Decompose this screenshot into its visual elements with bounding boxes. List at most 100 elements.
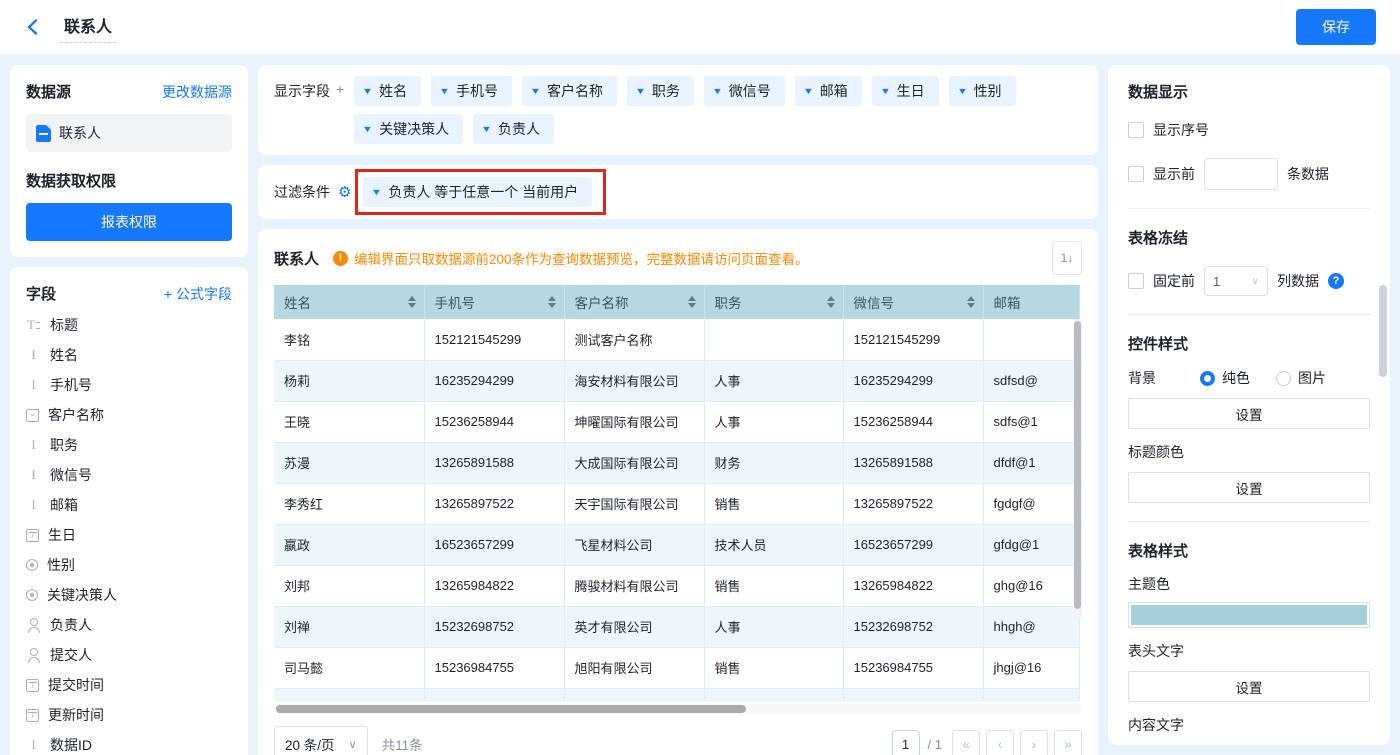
show-first-count-input[interactable] (1204, 158, 1278, 190)
field-item[interactable]: 更新时间 (26, 700, 232, 730)
sort-arrows-icon[interactable] (408, 296, 416, 308)
display-field-chip[interactable]: ▼微信号 (704, 76, 785, 106)
next-page-button[interactable]: › (1020, 730, 1048, 755)
table-cell: 13265891588 (424, 442, 564, 483)
column-header[interactable]: 邮箱 (983, 285, 1079, 319)
first-page-button[interactable]: « (952, 730, 980, 755)
save-button[interactable]: 保存 (1296, 9, 1376, 45)
field-item[interactable]: 手机号 (26, 370, 232, 400)
title-color-set-button[interactable]: 设置 (1128, 472, 1370, 503)
column-header[interactable]: 姓名 (274, 285, 424, 319)
field-item[interactable]: 标题 (26, 310, 232, 340)
panel-scrollbar[interactable] (1379, 285, 1387, 377)
sort-arrows-icon[interactable] (548, 296, 556, 308)
field-item[interactable]: 姓名 (26, 340, 232, 370)
freeze-checkbox[interactable] (1128, 273, 1144, 289)
table-cell: 16523657299 (424, 524, 564, 565)
table-row[interactable]: 苏漫13265891588大成国际有限公司财务13265891588dfdf@1 (274, 442, 1079, 483)
horizontal-scrollbar[interactable] (274, 704, 1082, 714)
datasource-item[interactable]: 联系人 (26, 114, 232, 152)
report-permission-button[interactable]: 报表权限 (26, 203, 232, 241)
display-field-chip[interactable]: ▼手机号 (431, 76, 512, 106)
column-header-label: 手机号 (435, 296, 476, 311)
sort-arrows-icon[interactable] (688, 296, 696, 308)
table-row[interactable]: 杨莉16235294299海安材料有限公司人事16235294299sdfsd@ (274, 360, 1079, 401)
column-header[interactable]: 职务 (704, 285, 843, 319)
sort-arrows-icon[interactable] (967, 296, 975, 308)
column-header[interactable]: 客户名称 (564, 285, 704, 319)
horizontal-scrollbar-thumb[interactable] (276, 705, 746, 713)
filter-settings-icon[interactable]: ⚙ (338, 183, 351, 201)
table-cell: 15236258944 (424, 401, 564, 442)
field-item[interactable]: 客户名称 (26, 400, 232, 430)
table-row[interactable]: 嬴政16523657299飞星材料公司技术人员16523657299gfdg@1 (274, 524, 1079, 565)
change-datasource-link[interactable]: 更改数据源 (162, 82, 232, 102)
column-header[interactable]: 手机号 (424, 285, 564, 319)
formula-field-link[interactable]: + 公式字段 (164, 284, 232, 304)
display-field-chip[interactable]: ▼邮箱 (795, 76, 862, 106)
help-icon[interactable]: ? (1328, 273, 1344, 289)
sort-order-button[interactable]: 1↓ (1052, 241, 1082, 275)
page-size-select[interactable]: 20 条/页 ∨ (274, 726, 368, 755)
field-item[interactable]: 职务 (26, 430, 232, 460)
table-cell: 13265984822 (843, 565, 983, 606)
document-icon (36, 125, 51, 142)
table-cell: 李铭 (274, 319, 424, 360)
contacts-table-body: 李铭152121545299测试客户名称152121545299杨莉162352… (274, 319, 1079, 702)
prev-page-button[interactable]: ‹ (986, 730, 1014, 755)
current-page-box[interactable]: 1 (892, 730, 920, 755)
display-field-chip[interactable]: ▼性别 (949, 76, 1016, 106)
field-item[interactable]: 数据ID (26, 730, 232, 755)
display-field-chip[interactable]: ▼职务 (627, 76, 694, 106)
table-row[interactable]: 王晓15236258944坤曜国际有限公司人事15236258944sdfs@1 (274, 401, 1079, 442)
bg-image-radio[interactable]: 图片 (1276, 368, 1326, 388)
display-field-chip[interactable]: ▼关键决策人 (354, 114, 463, 144)
last-page-button[interactable]: » (1054, 730, 1082, 755)
field-item[interactable]: 关键决策人 (26, 580, 232, 610)
column-header[interactable]: 微信号 (843, 285, 983, 319)
header-text-label: 表头文字 (1128, 641, 1370, 661)
display-field-chip[interactable]: ▼生日 (872, 76, 939, 106)
bg-solid-radio[interactable]: 纯色 (1200, 368, 1250, 388)
sort-arrows-icon[interactable] (827, 296, 835, 308)
background-set-button[interactable]: 设置 (1128, 398, 1370, 429)
table-cell (274, 688, 424, 702)
page-title[interactable]: 联系人 (60, 11, 116, 43)
table-row[interactable]: 李铭152121545299测试客户名称152121545299 (274, 319, 1079, 360)
table-cell: 苏漫 (274, 442, 424, 483)
table-card: 联系人 ! 编辑界面只取数据源前200条作为查询数据预览，完整数据请访问页面查看… (258, 229, 1098, 755)
display-field-chip[interactable]: ▼姓名 (354, 76, 421, 106)
freeze-suffix: 列数据 (1277, 271, 1319, 291)
display-field-chip[interactable]: ▼负责人 (473, 114, 554, 144)
table-row[interactable]: 刘禅15232698752英才有限公司人事15232698752hhgh@ (274, 606, 1079, 647)
display-field-chip[interactable]: ▼客户名称 (522, 76, 617, 106)
table-cell: 腾骏材料有限公司 (564, 565, 704, 606)
table-row[interactable]: 刘邦13265984822腾骏材料有限公司销售13265984822ghg@16 (274, 565, 1079, 606)
top-bar: 联系人 保存 (0, 0, 1400, 55)
field-item[interactable]: 性别 (26, 550, 232, 580)
chip-label: 负责人 (498, 119, 540, 139)
select-field-icon (26, 409, 39, 422)
field-item-label: 手机号 (50, 375, 92, 395)
field-item[interactable]: 生日 (26, 520, 232, 550)
vertical-scrollbar[interactable] (1073, 319, 1082, 619)
back-icon[interactable] (24, 17, 44, 37)
field-item[interactable]: 负责人 (26, 610, 232, 640)
field-item[interactable]: 提交人 (26, 640, 232, 670)
field-item-label: 关键决策人 (47, 585, 117, 605)
field-item[interactable]: 提交时间 (26, 670, 232, 700)
show-first-checkbox[interactable] (1128, 166, 1144, 182)
header-text-set-button[interactable]: 设置 (1128, 671, 1370, 702)
show-index-checkbox[interactable] (1128, 122, 1144, 138)
field-list: 标题姓名手机号客户名称职务微信号邮箱生日性别关键决策人负责人提交人提交时间更新时… (26, 310, 232, 755)
add-display-field-button[interactable]: + (336, 81, 344, 144)
table-row[interactable]: 司马懿15236984755旭阳有限公司销售15236984755jhgj@16 (274, 647, 1079, 688)
filter-condition-chip[interactable]: ▼ 负责人 等于任意一个 当前用户 (363, 177, 592, 207)
fields-card: 字段 + 公式字段 标题姓名手机号客户名称职务微信号邮箱生日性别关键决策人负责人… (10, 267, 248, 755)
theme-color-picker[interactable] (1128, 602, 1370, 628)
field-item[interactable]: 微信号 (26, 460, 232, 490)
freeze-column-select[interactable]: 1 ∨ (1204, 266, 1268, 296)
field-item[interactable]: 邮箱 (26, 490, 232, 520)
table-row[interactable]: 李秀红13265897522天宇国际有限公司销售13265897522fgdgf… (274, 483, 1079, 524)
data-table-wrapper: 姓名手机号 客户名称职务微信号邮箱 李铭152121545299测试客户名称152… (274, 285, 1082, 702)
